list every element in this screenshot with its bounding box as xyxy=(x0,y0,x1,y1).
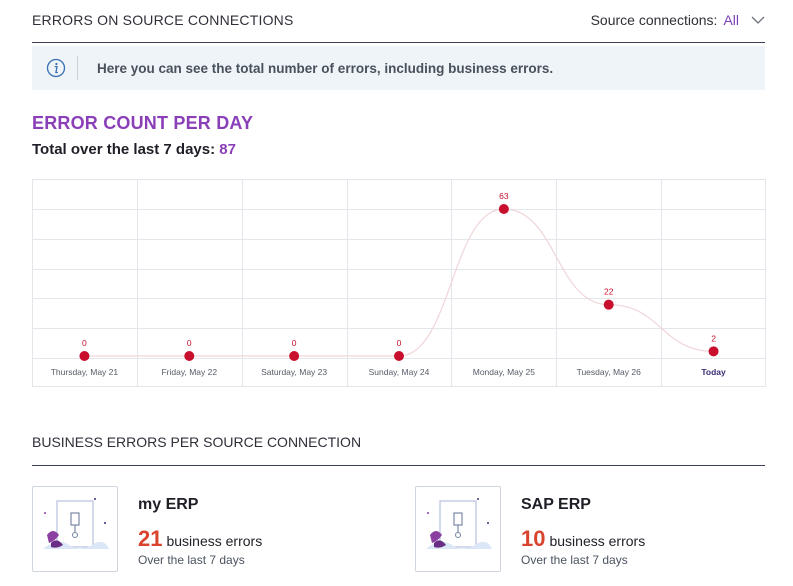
source-connections-filter[interactable]: Source connections: All xyxy=(591,12,765,28)
business-error-count: 21 business errors xyxy=(138,526,262,552)
chart-total: Total over the last 7 days: 87 xyxy=(32,141,236,158)
data-point xyxy=(498,204,509,214)
data-point xyxy=(394,351,404,361)
total-label: Total over the last 7 days: xyxy=(32,141,216,158)
card-period: Over the last 7 days xyxy=(138,553,245,567)
source-illustration xyxy=(32,486,118,572)
error-count-label: business errors xyxy=(166,533,263,549)
x-tick-label: Saturday, May 23 xyxy=(261,367,327,377)
data-label: 63 xyxy=(499,191,509,201)
data-point xyxy=(184,351,195,361)
source-illustration xyxy=(415,486,501,572)
x-tick-label: Today xyxy=(701,367,726,377)
x-tick-label: Friday, May 22 xyxy=(161,367,217,377)
data-label: 0 xyxy=(397,338,402,348)
data-point xyxy=(289,351,300,361)
source-card-sap-erp[interactable]: SAP ERP 10 business errors Over the last … xyxy=(415,486,765,586)
plug-illustration-icon xyxy=(43,498,109,549)
data-point xyxy=(79,351,90,361)
section-title: ERRORS ON SOURCE CONNECTIONS xyxy=(32,12,294,28)
error-count-value: 21 xyxy=(138,526,163,551)
x-tick-label: Sunday, May 24 xyxy=(369,367,430,377)
info-text: Here you can see the total number of err… xyxy=(97,60,554,76)
chevron-down-icon[interactable] xyxy=(751,13,765,27)
chart-title: ERROR COUNT PER DAY xyxy=(32,113,254,133)
info-icon xyxy=(46,58,66,78)
filter-label: Source connections: xyxy=(590,12,718,28)
business-error-count: 10 business errors xyxy=(521,526,645,552)
error-count-chart: 0 Thursday, May 21 0 Friday, May 22 0 Saturda… xyxy=(32,179,766,387)
error-count-value: 10 xyxy=(521,526,546,551)
error-count-label: business errors xyxy=(549,533,646,549)
errors-section-header: ERRORS ON SOURCE CONNECTIONS Source conn… xyxy=(32,0,765,43)
data-point xyxy=(603,299,614,310)
data-point xyxy=(708,346,719,357)
card-period: Over the last 7 days xyxy=(521,553,628,567)
data-label: 22 xyxy=(604,287,614,297)
source-name[interactable]: my ERP xyxy=(138,496,198,514)
source-card-my-erp[interactable]: my ERP 21 business errors Over the last 7… xyxy=(32,486,392,586)
x-tick-label: Monday, May 25 xyxy=(473,367,535,377)
data-label: 0 xyxy=(82,338,87,348)
data-label: 2 xyxy=(711,333,716,343)
source-name[interactable]: SAP ERP xyxy=(521,496,591,514)
info-banner: Here you can see the total number of err… xyxy=(32,46,765,90)
data-label: 0 xyxy=(292,338,297,348)
business-section-header: BUSINESS ERRORS PER SOURCE CONNECTION xyxy=(32,425,765,466)
filter-value[interactable]: All xyxy=(723,12,739,28)
business-section-title: BUSINESS ERRORS PER SOURCE CONNECTION xyxy=(32,434,362,450)
data-label: 0 xyxy=(187,338,192,348)
total-value: 87 xyxy=(219,141,236,158)
plug-illustration-icon xyxy=(426,498,492,549)
x-tick-label: Tuesday, May 26 xyxy=(577,367,642,377)
info-divider xyxy=(77,56,78,80)
x-tick-label: Thursday, May 21 xyxy=(51,367,119,377)
